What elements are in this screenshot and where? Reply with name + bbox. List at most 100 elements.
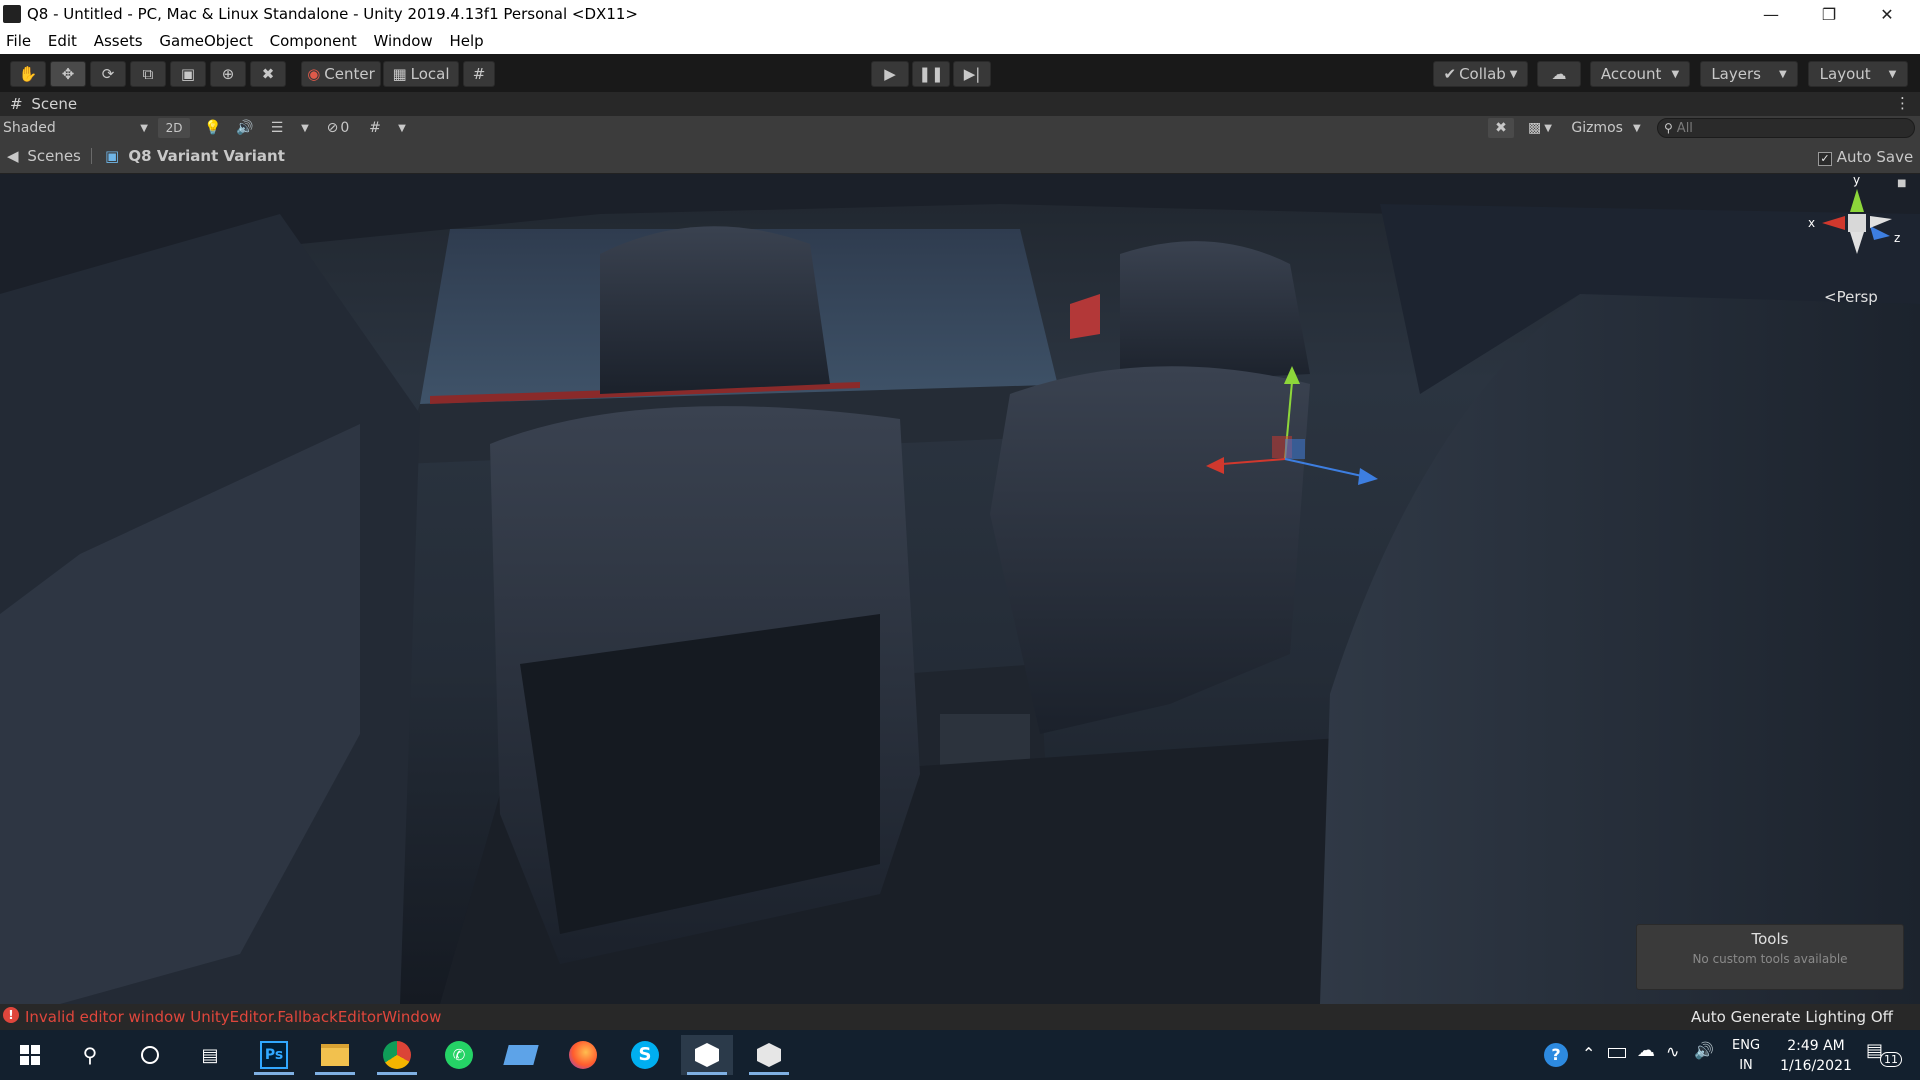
scale-tool-icon[interactable]: ⧉ [130, 61, 166, 87]
chevron-down-icon: ▼ [1509, 68, 1518, 80]
pivot-local-button[interactable]: ▦ Local [383, 61, 459, 87]
auto-save-checkbox[interactable]: ✓ [1818, 152, 1832, 166]
hidden-objects-toggle[interactable]: ⊘ 0 [318, 118, 358, 138]
chevron-down-icon[interactable]: ▼ [292, 118, 318, 138]
toggle-2d-button[interactable]: 2D [158, 118, 190, 138]
prefab-breadcrumb-bar: ◀ Scenes ▣ Q8 Variant Variant ✓ Auto Sav… [0, 140, 1920, 174]
back-to-scenes-button[interactable]: ◀ Scenes [7, 147, 81, 165]
layout-dropdown[interactable]: Layout ▼ [1808, 61, 1908, 87]
error-message[interactable]: Invalid editor window UnityEditor.Fallba… [25, 1008, 441, 1026]
window-titlebar: Q8 - Untitled - PC, Mac & Linux Standalo… [0, 0, 1920, 29]
unity-hub-icon[interactable] [743, 1035, 795, 1075]
gizmos-dropdown[interactable]: Gizmos ▼ [1565, 118, 1647, 138]
wifi-icon[interactable]: ∿ [1666, 1042, 1679, 1061]
menu-help[interactable]: Help [443, 29, 489, 50]
window-title: Q8 - Untitled - PC, Mac & Linux Standalo… [27, 5, 638, 23]
help-icon[interactable]: ? [1544, 1043, 1568, 1067]
notification-center-icon[interactable]: ▤ 11 [1866, 1040, 1902, 1070]
language-top: ENG [1732, 1038, 1761, 1053]
lighting-icon[interactable]: 💡 [200, 118, 226, 138]
onedrive-cloud-icon[interactable]: ☁ [1637, 1040, 1655, 1061]
close-icon[interactable]: ✕ [1858, 0, 1916, 29]
notification-count: 11 [1880, 1052, 1902, 1067]
scene-tab-label: Scene [31, 95, 78, 113]
chrome-icon[interactable] [371, 1035, 423, 1075]
shading-mode-dropdown[interactable]: Shaded ▼ [3, 118, 148, 138]
cortana-icon[interactable] [124, 1035, 176, 1075]
custom-tool-icon[interactable]: ✖ [250, 61, 286, 87]
chevron-down-icon: ▼ [1888, 68, 1897, 80]
tools-panel-message: No custom tools available [1692, 952, 1848, 966]
tools-toggle-icon[interactable]: ✖ [1488, 118, 1514, 138]
pivot-center-button[interactable]: ◉ Center [301, 61, 381, 87]
cloud-icon[interactable]: ☁ [1537, 61, 1581, 87]
layout-label: Layout [1819, 65, 1871, 83]
search-icon: ⚲ [1664, 121, 1673, 135]
prefab-cube-icon: ▣ [105, 147, 120, 165]
step-button[interactable]: ▶| [953, 61, 991, 87]
collab-button[interactable]: ✔ Collab ▼ [1433, 61, 1528, 87]
skype-icon[interactable]: S [619, 1035, 671, 1075]
network-drive-icon[interactable] [495, 1035, 547, 1075]
rotate-tool-icon[interactable]: ⟳ [90, 61, 126, 87]
task-view-icon[interactable]: ▤ [184, 1035, 236, 1075]
minimize-icon[interactable]: — [1742, 0, 1800, 29]
layers-dropdown[interactable]: Layers ▼ [1700, 61, 1798, 87]
transform-tool-icon[interactable]: ⊕ [210, 61, 246, 87]
effects-icon[interactable]: ☰ [264, 118, 290, 138]
center-pivot-icon: ◉ [307, 65, 321, 83]
restore-icon[interactable]: ❐ [1800, 0, 1858, 29]
lock-icon[interactable]: ■ [1897, 178, 1906, 189]
rect-tool-icon[interactable]: ▣ [170, 61, 206, 87]
space-label: Local [410, 65, 450, 83]
more-options-icon[interactable]: ⋮ [1895, 94, 1910, 112]
play-button[interactable]: ▶ [871, 61, 909, 87]
grid-snap-icon[interactable]: # [463, 61, 495, 87]
whatsapp-icon[interactable]: ✆ [433, 1035, 485, 1075]
move-tool-icon[interactable]: ✥ [50, 61, 86, 87]
unity-icon[interactable] [681, 1035, 733, 1075]
clock-time: 2:49 AM [1787, 1038, 1845, 1054]
projection-toggle[interactable]: <Persp [1824, 288, 1878, 306]
volume-icon[interactable]: 🔊 [1694, 1041, 1714, 1060]
firefox-icon[interactable] [557, 1035, 609, 1075]
breadcrumb-scenes: Scenes [27, 147, 81, 165]
windows-start-icon[interactable] [4, 1035, 56, 1075]
hand-tool-icon[interactable]: ✋ [10, 61, 46, 87]
lighting-status[interactable]: Auto Generate Lighting Off [1691, 1008, 1893, 1026]
chevron-down-icon: ▼ [1671, 68, 1680, 80]
grid-toggle-icon[interactable]: # [362, 118, 388, 138]
menu-component[interactable]: Component [264, 29, 363, 50]
camera-icon[interactable]: ▩ ▼ [1520, 118, 1560, 138]
breadcrumb-prefab[interactable]: ▣ Q8 Variant Variant [105, 147, 285, 165]
menu-assets[interactable]: Assets [88, 29, 149, 50]
chevron-down-icon[interactable]: ▼ [390, 118, 414, 138]
orientation-gizmo[interactable]: y x z ■ [1800, 174, 1910, 272]
pause-button[interactable]: ❚❚ [912, 61, 950, 87]
menu-gameobject[interactable]: GameObject [153, 29, 259, 50]
collab-label: Collab [1459, 65, 1506, 83]
search-icon[interactable]: ⚲ [64, 1035, 116, 1075]
back-arrow-icon: ◀ [7, 147, 19, 165]
scene-viewport[interactable]: y x z ■ <Persp Tools No custom tools ava… [0, 174, 1920, 1004]
photoshop-icon[interactable]: Ps [248, 1035, 300, 1075]
menu-window[interactable]: Window [368, 29, 439, 50]
clock[interactable]: 2:49 AM 1/16/2021 [1776, 1036, 1856, 1076]
menu-file[interactable]: File [0, 29, 37, 50]
language-indicator[interactable]: ENG IN [1732, 1036, 1760, 1076]
tools-overlay-panel: Tools No custom tools available [1636, 924, 1904, 990]
battery-icon[interactable] [1608, 1048, 1626, 1058]
scene-search-field[interactable]: ⚲ All [1657, 118, 1915, 138]
tab-scene[interactable]: # Scene [10, 95, 77, 113]
auto-save-toggle[interactable]: ✓ Auto Save [1818, 148, 1913, 166]
language-bottom: IN [1739, 1058, 1753, 1073]
eye-slash-icon: ⊘ [326, 120, 339, 136]
chevron-down-icon: ▼ [140, 122, 148, 134]
clock-date: 1/16/2021 [1780, 1058, 1852, 1074]
audio-icon[interactable]: 🔊 [232, 118, 258, 138]
menu-edit[interactable]: Edit [42, 29, 83, 50]
shading-label: Shaded [3, 120, 56, 136]
account-dropdown[interactable]: Account ▼ [1590, 61, 1690, 87]
file-explorer-icon[interactable] [309, 1035, 361, 1075]
chevron-up-icon[interactable]: ⌃ [1582, 1044, 1595, 1063]
